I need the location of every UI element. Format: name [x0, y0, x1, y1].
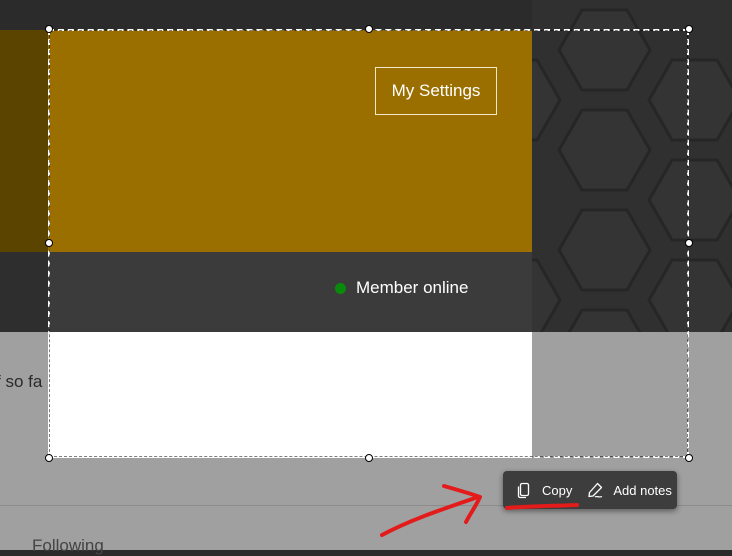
copy-button[interactable]: Copy	[503, 471, 582, 509]
dimmed-top-area	[0, 0, 532, 30]
resize-handle-left[interactable]	[45, 239, 53, 247]
partial-body-text: f so fa	[0, 372, 43, 391]
snip-selection-outline	[49, 30, 688, 457]
resize-handle-top[interactable]	[365, 25, 373, 33]
dimmed-status-left	[0, 252, 48, 332]
add-notes-button[interactable]: Add notes	[582, 471, 672, 509]
following-heading: Following	[32, 536, 104, 555]
snip-toolbar: Copy Add notes	[503, 471, 677, 509]
add-notes-label: Add notes	[613, 482, 672, 498]
resize-handle-right[interactable]	[685, 239, 693, 247]
resize-handle-bottom[interactable]	[365, 454, 373, 462]
resize-handle-top-right[interactable]	[685, 25, 693, 33]
copy-icon	[517, 482, 530, 499]
resize-handle-top-left[interactable]	[45, 25, 53, 33]
resize-handle-bottom-left[interactable]	[45, 454, 53, 462]
copy-label: Copy	[542, 482, 573, 498]
resize-handle-bottom-right[interactable]	[685, 454, 693, 462]
pen-icon	[588, 482, 603, 498]
dimmed-banner-left	[0, 30, 48, 252]
